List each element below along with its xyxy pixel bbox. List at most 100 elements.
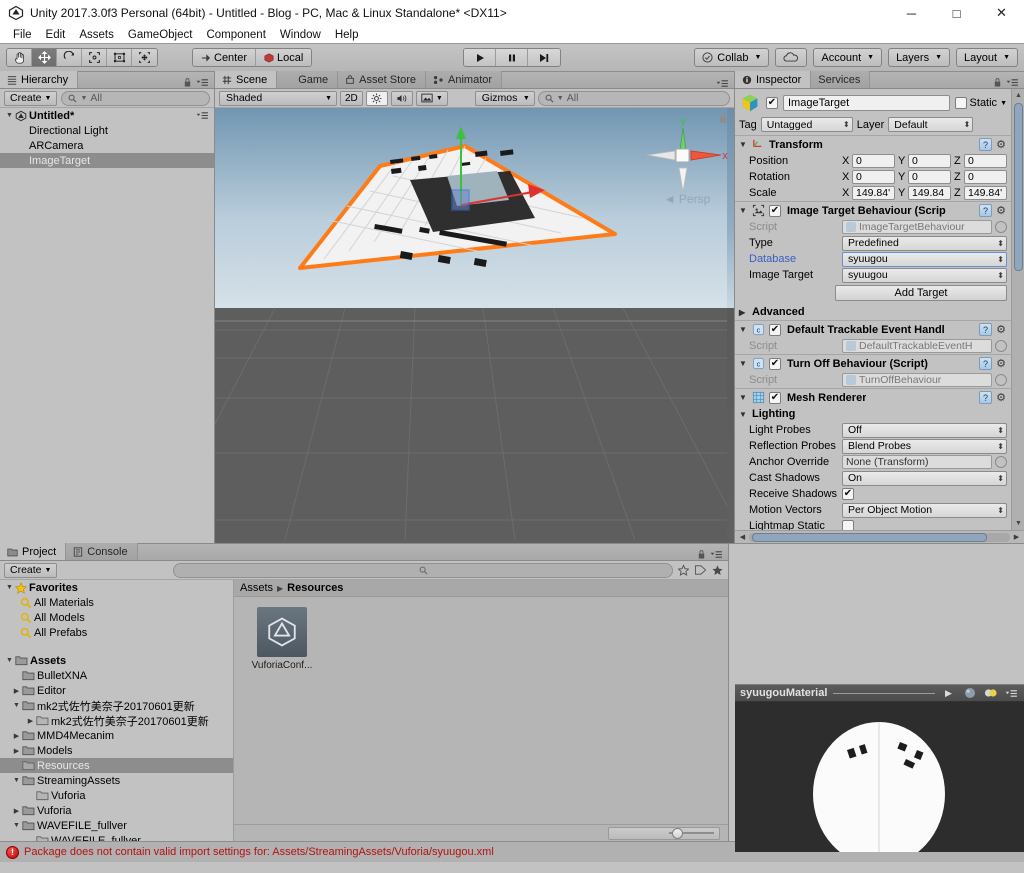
scroll-up-arrow-icon[interactable]: ▲	[1012, 89, 1024, 102]
play-button[interactable]	[464, 49, 496, 66]
hscroll-track[interactable]	[749, 532, 1010, 542]
trackable-handler-enabled-checkbox[interactable]	[769, 323, 781, 336]
component-header-trackable-handler[interactable]: ▼ c Default Trackable Event Handl ? ⚙	[735, 321, 1011, 338]
rotation-z-input[interactable]: 0	[964, 170, 1007, 184]
project-search-input[interactable]	[173, 562, 673, 578]
expand-arrow-icon[interactable]: ▶	[11, 747, 22, 755]
panel-menu-icon[interactable]	[716, 79, 729, 88]
pivot-center-button[interactable]: Center	[193, 49, 257, 66]
object-picker-icon[interactable]	[995, 340, 1007, 352]
breadcrumb-resources[interactable]: Resources	[287, 582, 343, 594]
foldout-icon[interactable]: ▼	[739, 359, 748, 368]
project-item-editor[interactable]: ▶ Editor	[0, 683, 233, 698]
reflection-probes-dropdown[interactable]: Blend Probes ⬍	[842, 438, 1007, 454]
script-field[interactable]: ImageTargetBehaviour	[842, 220, 992, 234]
rotation-y-input[interactable]: 0	[908, 170, 951, 184]
gear-icon[interactable]: ⚙	[995, 324, 1007, 336]
hierarchy-create-button[interactable]: Create ▼	[4, 90, 58, 106]
toggle-2d-button[interactable]: 2D	[340, 90, 363, 106]
tab-project[interactable]: Project	[0, 543, 67, 560]
hierarchy-item-arcamera[interactable]: ARCamera	[0, 138, 214, 153]
hierarchy-item-imagetarget[interactable]: ImageTarget	[0, 153, 214, 168]
scene-fx-button[interactable]: ▼	[415, 90, 448, 106]
object-picker-icon[interactable]	[995, 221, 1007, 233]
pause-button[interactable]	[496, 49, 528, 66]
hierarchy-search-input[interactable]: ▼ All	[61, 90, 210, 106]
close-button[interactable]: ✕	[979, 0, 1024, 26]
foldout-icon[interactable]: ▼	[739, 393, 748, 402]
position-y-input[interactable]: 0	[908, 154, 951, 168]
component-header-turn-off-behaviour[interactable]: ▼ c Turn Off Behaviour (Script) ? ⚙	[735, 355, 1011, 372]
asset-size-slider[interactable]	[608, 826, 720, 840]
expand-arrow-icon[interactable]: ▶	[11, 732, 22, 740]
hierarchy-row-scene[interactable]: ▼ Untitled*	[0, 108, 214, 123]
tab-scene[interactable]: Scene	[215, 71, 278, 88]
project-item-streamingassets[interactable]: ▼ StreamingAssets	[0, 773, 233, 788]
collab-button[interactable]: Collab ▼	[694, 48, 770, 67]
tab-asset-store[interactable]: Asset Store	[338, 71, 427, 88]
add-target-button[interactable]: Add Target	[835, 285, 1007, 301]
rect-tool-button[interactable]	[107, 49, 132, 66]
layout-button[interactable]: Layout ▼	[956, 48, 1018, 67]
scroll-right-arrow-icon[interactable]: ▶	[1010, 533, 1023, 541]
foldout-icon[interactable]: ▶	[739, 308, 748, 317]
cloud-button[interactable]	[775, 48, 808, 67]
expand-arrow-icon[interactable]: ▼	[11, 777, 22, 784]
scale-y-input[interactable]: 149.84	[908, 186, 951, 200]
inspector-scrollbar[interactable]: ▲ ▼	[1011, 89, 1024, 530]
object-enabled-checkbox[interactable]	[766, 97, 778, 109]
gizmos-dropdown[interactable]: Gizmos ▼	[474, 90, 535, 106]
scene-lighting-button[interactable]	[365, 90, 388, 106]
static-checkbox[interactable]	[954, 97, 967, 109]
foldout-icon[interactable]: ▼	[739, 325, 748, 334]
scale-tool-button[interactable]	[82, 49, 107, 66]
project-group-assets[interactable]: ▼ Assets	[0, 653, 233, 668]
asset-grid[interactable]: VuforiaConf...	[234, 597, 728, 824]
scene-search-input[interactable]: ▼ All	[537, 90, 730, 106]
project-item-wavefile-sub[interactable]: WAVEFILE_fullver	[0, 833, 233, 841]
light-probes-dropdown[interactable]: Off ⬍	[842, 422, 1007, 438]
sphere-icon[interactable]	[962, 687, 977, 700]
rotate-tool-button[interactable]	[57, 49, 82, 66]
layers-button[interactable]: Layers ▼	[888, 48, 951, 67]
project-item-all-materials[interactable]: All Materials	[0, 595, 233, 610]
motion-vectors-dropdown[interactable]: Per Object Motion ⬍	[842, 502, 1007, 518]
project-item-mk2-subfolder[interactable]: ▶ mk2式佐竹美奈子20170601更新	[0, 713, 233, 728]
hscroll-thumb[interactable]	[752, 532, 987, 542]
panel-menu-icon[interactable]	[1006, 78, 1019, 87]
help-icon[interactable]: ?	[979, 357, 992, 370]
gear-icon[interactable]: ⚙	[995, 205, 1007, 217]
lock-icon[interactable]	[697, 549, 706, 560]
script-field[interactable]: TurnOffBehaviour	[842, 373, 992, 387]
help-icon[interactable]: ?	[979, 391, 992, 404]
pivot-local-button[interactable]: Local	[256, 49, 312, 66]
account-button[interactable]: Account ▼	[813, 48, 883, 67]
lighting-foldout[interactable]: ▼ Lighting	[735, 406, 1011, 422]
type-dropdown[interactable]: Predefined ⬍	[842, 235, 1007, 251]
cast-shadows-dropdown[interactable]: On ⬍	[842, 470, 1007, 486]
filter-star-icon[interactable]	[711, 564, 724, 576]
scroll-left-arrow-icon[interactable]: ◀	[736, 533, 749, 541]
foldout-icon[interactable]: ▼	[739, 410, 748, 419]
component-header-transform[interactable]: ▼ Transform ? ⚙	[735, 136, 1011, 153]
object-name-input[interactable]: ImageTarget	[783, 95, 950, 111]
inspector-scroll-thumb[interactable]	[1014, 103, 1023, 271]
expand-arrow-icon[interactable]: ▼	[4, 657, 15, 664]
lock-icon[interactable]	[993, 77, 1002, 88]
rotation-x-input[interactable]: 0	[852, 170, 895, 184]
menu-window[interactable]: Window	[273, 28, 328, 42]
project-group-favorites[interactable]: ▼ Favorites	[0, 580, 233, 595]
tag-dropdown[interactable]: Untagged ⬍	[760, 117, 853, 132]
expand-arrow-icon[interactable]: ▼	[4, 584, 15, 591]
slider-knob[interactable]	[672, 827, 683, 839]
hand-tool-button[interactable]	[7, 49, 32, 66]
expand-arrow-icon[interactable]: ▼	[4, 112, 15, 119]
tab-inspector[interactable]: Inspector	[735, 71, 812, 88]
scroll-down-arrow-icon[interactable]: ▼	[1012, 517, 1024, 530]
receive-shadows-checkbox[interactable]	[842, 488, 854, 500]
project-item-vuforia-streaming[interactable]: Vuforia	[0, 788, 233, 803]
menu-icon[interactable]	[1004, 687, 1019, 700]
gear-icon[interactable]: ⚙	[995, 358, 1007, 370]
menu-help[interactable]: Help	[328, 28, 366, 42]
filter-label-icon[interactable]	[694, 564, 707, 576]
